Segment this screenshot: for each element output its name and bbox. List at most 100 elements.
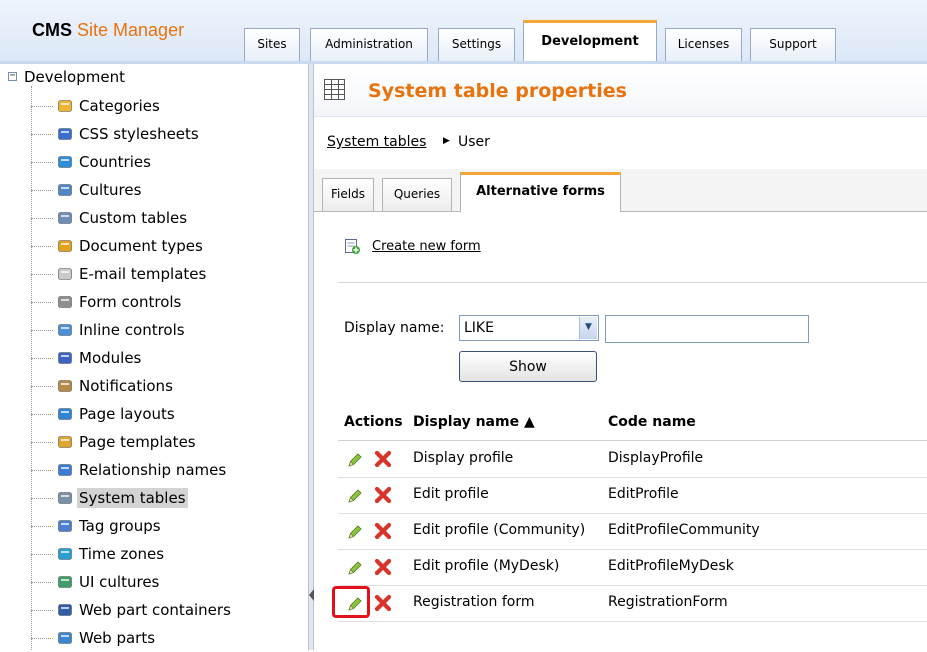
collapse-toggle-icon[interactable]: − [8, 71, 17, 81]
table-row: Registration form RegistrationForm [332, 585, 927, 622]
breadcrumb-system-tables-link[interactable]: System tables [327, 134, 426, 150]
css-stylesheets-icon [57, 126, 73, 142]
tree-item-categories[interactable]: Categories [31, 92, 162, 120]
tree-item-document-types[interactable]: Document types [31, 232, 205, 260]
tab-licenses[interactable]: Licenses [665, 28, 742, 62]
section-divider [338, 282, 927, 283]
delete-icon[interactable] [374, 558, 392, 576]
header-code-name[interactable]: Code name [608, 414, 696, 430]
tree-connector [31, 357, 53, 359]
relationship-names-icon [57, 462, 73, 478]
cell-code-name: RegistrationForm [608, 594, 728, 610]
tree-item-label: Form controls [79, 293, 182, 311]
header-actions: Actions [344, 414, 403, 430]
cell-display-name: Edit profile (MyDesk) [413, 558, 560, 574]
tree-connector [31, 161, 53, 163]
tree-item-label: Web part containers [79, 601, 231, 619]
logo-site-manager-text: Site Manager [77, 20, 185, 40]
tree-item-page-templates[interactable]: Page templates [31, 428, 198, 456]
filter-operator-select[interactable]: LIKE ▼ [459, 315, 599, 341]
tree-item-form-controls[interactable]: Form controls [31, 288, 183, 316]
tree-item-label: Tag groups [79, 517, 161, 535]
app-logo: CMS Site Manager [32, 20, 184, 41]
cell-display-name: Registration form [413, 594, 535, 610]
edit-pencil-icon[interactable] [346, 523, 364, 541]
tree-item-page-layouts[interactable]: Page layouts [31, 400, 177, 428]
tree-item-inline-controls[interactable]: Inline controls [31, 316, 187, 344]
tree-item-label: Countries [79, 153, 151, 171]
tree-item-label: Inline controls [79, 321, 185, 339]
tab-alternative-forms[interactable]: Alternative forms [460, 172, 621, 212]
tree-item-ui-cultures[interactable]: UI cultures [31, 568, 161, 596]
tree-item-label: Page layouts [79, 405, 175, 423]
tree-item-web-part-containers[interactable]: Web part containers [31, 596, 233, 624]
edit-pencil-icon[interactable] [346, 451, 364, 469]
tree-item-relationship-names[interactable]: Relationship names [31, 456, 228, 484]
tab-fields[interactable]: Fields [322, 178, 374, 211]
table-row: Edit profile (MyDesk) EditProfileMyDesk [338, 549, 927, 586]
tab-sites[interactable]: Sites [244, 28, 300, 62]
table-row: Edit profile EditProfile [338, 477, 927, 514]
delete-icon[interactable] [374, 594, 392, 612]
system-tables-icon [57, 490, 73, 506]
tree-item-notifications[interactable]: Notifications [31, 372, 175, 400]
display-name-filter-input[interactable] [605, 315, 809, 343]
tab-administration[interactable]: Administration [310, 28, 428, 62]
tree-connector [31, 245, 53, 247]
tab-queries[interactable]: Queries [382, 178, 452, 211]
header-display-name[interactable]: Display name ▲ [413, 414, 535, 430]
tree-item-label: Document types [79, 237, 203, 255]
tree-connector [31, 581, 53, 583]
edit-pencil-icon[interactable] [346, 487, 364, 505]
notifications-icon [57, 378, 73, 394]
create-new-form-link[interactable]: Create new form [372, 239, 481, 254]
cell-code-name: DisplayProfile [608, 450, 704, 466]
tree-connector [31, 273, 53, 275]
tree-item-custom-tables[interactable]: Custom tables [31, 204, 189, 232]
edit-pencil-icon[interactable] [346, 559, 364, 577]
tree-connector [31, 385, 53, 387]
tree-item-label: Cultures [79, 181, 142, 199]
tab-settings[interactable]: Settings [438, 28, 515, 62]
title-bar: System table properties [314, 64, 927, 117]
table-row: Display profile DisplayProfile [338, 441, 927, 478]
tree-item-modules[interactable]: Modules [31, 344, 143, 372]
tree-item-web-parts[interactable]: Web parts [31, 624, 157, 652]
new-form-icon[interactable] [344, 238, 360, 254]
grid-header: Actions Display name ▲ Code name [338, 408, 927, 441]
tree-item-cultures[interactable]: Cultures [31, 176, 143, 204]
tree-connector [31, 609, 53, 611]
chevron-down-icon[interactable]: ▼ [579, 317, 597, 339]
delete-icon[interactable] [374, 450, 392, 468]
inline-controls-icon [57, 322, 73, 338]
tree-connector [31, 553, 53, 555]
cell-code-name: EditProfile [608, 486, 679, 502]
tab-development[interactable]: Development [523, 20, 657, 62]
tag-groups-icon [57, 518, 73, 534]
tab-support[interactable]: Support [750, 28, 836, 62]
delete-icon[interactable] [374, 522, 392, 540]
filter-operator-value: LIKE [464, 320, 494, 336]
cell-code-name: EditProfileMyDesk [608, 558, 734, 574]
cell-display-name: Edit profile (Community) [413, 522, 586, 538]
tree-connector [31, 441, 53, 443]
email-templates-icon [57, 266, 73, 282]
tree-connector [31, 525, 53, 527]
tree-item-system-tables[interactable]: System tables [31, 484, 188, 512]
tree-item-css-stylesheets[interactable]: CSS stylesheets [31, 120, 201, 148]
cell-code-name: EditProfileCommunity [608, 522, 760, 538]
tree-item-countries[interactable]: Countries [31, 148, 153, 176]
top-header: CMS Site Manager Sites Administration Se… [0, 0, 927, 64]
page-title: System table properties [368, 80, 627, 102]
tree-item-tag-groups[interactable]: Tag groups [31, 512, 163, 540]
tree-connector [31, 301, 53, 303]
tree-root-development[interactable]: Development [24, 68, 125, 86]
tree-connector [31, 105, 53, 107]
delete-icon[interactable] [374, 486, 392, 504]
page-templates-icon [57, 434, 73, 450]
show-button[interactable]: Show [459, 351, 597, 382]
tree-item-email-templates[interactable]: E-mail templates [31, 260, 208, 288]
cultures-icon [57, 182, 73, 198]
tree-item-time-zones[interactable]: Time zones [31, 540, 166, 568]
breadcrumb: System tables ▶ User [314, 117, 927, 170]
